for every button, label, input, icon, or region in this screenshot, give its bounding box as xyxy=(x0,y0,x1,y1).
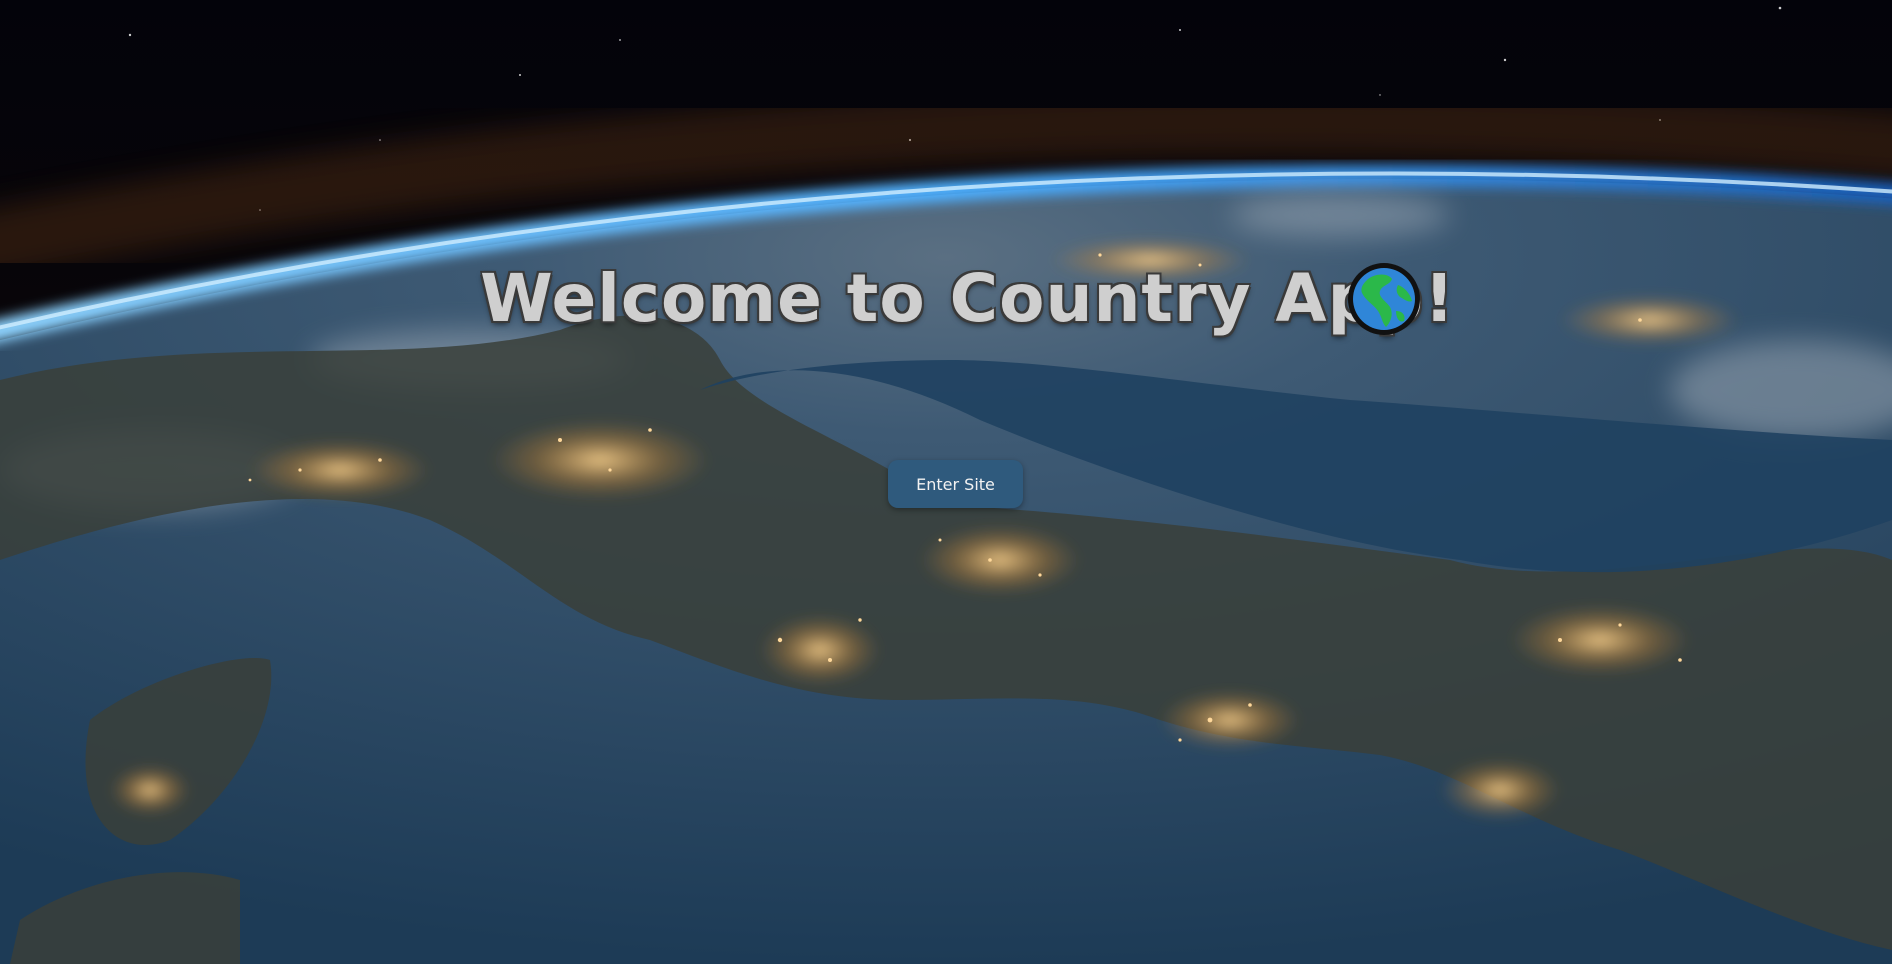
page-title: Welcome to Country App! xyxy=(480,260,1456,337)
enter-site-button[interactable]: Enter Site xyxy=(888,460,1023,508)
globe-americas-icon xyxy=(1346,261,1422,337)
